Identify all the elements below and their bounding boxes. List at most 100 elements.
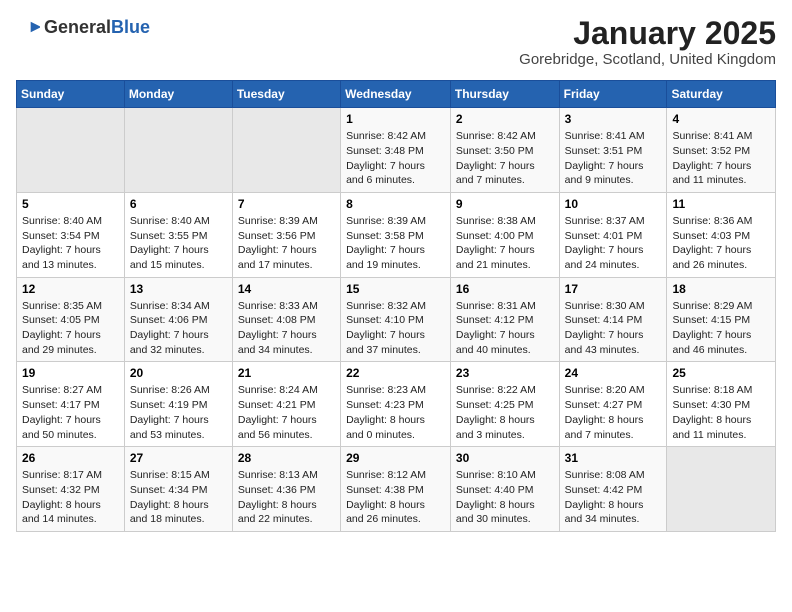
day-number: 10 — [565, 197, 662, 211]
day-info: Sunrise: 8:39 AMSunset: 3:56 PMDaylight:… — [238, 214, 335, 273]
title-area: January 2025 Gorebridge, Scotland, Unite… — [519, 16, 776, 68]
svg-text:►: ► — [27, 16, 40, 36]
day-info: Sunrise: 8:18 AMSunset: 4:30 PMDaylight:… — [672, 383, 770, 442]
calendar-week-row: 26Sunrise: 8:17 AMSunset: 4:32 PMDayligh… — [17, 447, 776, 532]
day-info: Sunrise: 8:34 AMSunset: 4:06 PMDaylight:… — [130, 299, 227, 358]
calendar-cell: 18 Sunrise: 8:29 AMSunset: 4:15 PMDayligh… — [667, 277, 776, 362]
day-number: 3 — [565, 112, 662, 126]
calendar-cell: 2 Sunrise: 8:42 AMSunset: 3:50 PMDaylight… — [450, 108, 559, 193]
page-header: ► GeneralBlue January 2025 Gorebridge, S… — [16, 16, 776, 68]
calendar-week-row: 12Sunrise: 8:35 AMSunset: 4:05 PMDayligh… — [17, 277, 776, 362]
day-number: 11 — [672, 197, 770, 211]
weekday-header-monday: Monday — [124, 81, 232, 108]
calendar-cell: 5 Sunrise: 8:40 AMSunset: 3:54 PMDaylight… — [17, 192, 125, 277]
day-info: Sunrise: 8:30 AMSunset: 4:14 PMDaylight:… — [565, 299, 662, 358]
day-number: 19 — [22, 366, 119, 380]
day-info: Sunrise: 8:17 AMSunset: 4:32 PMDaylight:… — [22, 468, 119, 527]
calendar-cell: 13 Sunrise: 8:34 AMSunset: 4:06 PMDayligh… — [124, 277, 232, 362]
day-info: Sunrise: 8:39 AMSunset: 3:58 PMDaylight:… — [346, 214, 445, 273]
calendar-cell: 26Sunrise: 8:17 AMSunset: 4:32 PMDayligh… — [17, 447, 125, 532]
calendar-cell: 15 Sunrise: 8:32 AMSunset: 4:10 PMDayligh… — [341, 277, 451, 362]
weekday-header-row: SundayMondayTuesdayWednesdayThursdayFrid… — [17, 81, 776, 108]
day-info: Sunrise: 8:42 AMSunset: 3:48 PMDaylight:… — [346, 129, 445, 188]
weekday-header-tuesday: Tuesday — [232, 81, 340, 108]
month-title: January 2025 — [519, 16, 776, 51]
calendar-cell — [232, 108, 340, 193]
calendar-cell: 7 Sunrise: 8:39 AMSunset: 3:56 PMDaylight… — [232, 192, 340, 277]
calendar-cell — [17, 108, 125, 193]
calendar-cell: 20 Sunrise: 8:26 AMSunset: 4:19 PMDayligh… — [124, 362, 232, 447]
calendar-cell: 31Sunrise: 8:08 AMSunset: 4:42 PMDayligh… — [559, 447, 667, 532]
day-info: Sunrise: 8:41 AMSunset: 3:51 PMDaylight:… — [565, 129, 662, 188]
weekday-header-saturday: Saturday — [667, 81, 776, 108]
day-number: 30 — [456, 451, 554, 465]
day-info: Sunrise: 8:38 AMSunset: 4:00 PMDaylight:… — [456, 214, 554, 273]
calendar-cell — [124, 108, 232, 193]
day-info: Sunrise: 8:20 AMSunset: 4:27 PMDaylight:… — [565, 383, 662, 442]
calendar-cell: 29Sunrise: 8:12 AMSunset: 4:38 PMDayligh… — [341, 447, 451, 532]
calendar-cell: 3 Sunrise: 8:41 AMSunset: 3:51 PMDaylight… — [559, 108, 667, 193]
day-number: 7 — [238, 197, 335, 211]
calendar-cell: 28 Sunrise: 8:13 AMSunset: 4:36 PMDayligh… — [232, 447, 340, 532]
day-number: 15 — [346, 282, 445, 296]
weekday-header-wednesday: Wednesday — [341, 81, 451, 108]
day-number: 1 — [346, 112, 445, 126]
location-title: Gorebridge, Scotland, United Kingdom — [519, 51, 776, 68]
day-number: 28 — [238, 451, 335, 465]
calendar-cell: 9 Sunrise: 8:38 AMSunset: 4:00 PMDaylight… — [450, 192, 559, 277]
day-number: 2 — [456, 112, 554, 126]
day-info: Sunrise: 8:10 AMSunset: 4:40 PMDaylight:… — [456, 468, 554, 527]
day-number: 4 — [672, 112, 770, 126]
calendar-cell: 17 Sunrise: 8:30 AMSunset: 4:14 PMDayligh… — [559, 277, 667, 362]
day-number: 5 — [22, 197, 119, 211]
day-info: Sunrise: 8:22 AMSunset: 4:25 PMDaylight:… — [456, 383, 554, 442]
calendar-table: SundayMondayTuesdayWednesdayThursdayFrid… — [16, 80, 776, 532]
day-info: Sunrise: 8:13 AMSunset: 4:36 PMDaylight:… — [238, 468, 335, 527]
day-number: 9 — [456, 197, 554, 211]
calendar-week-row: 1 Sunrise: 8:42 AMSunset: 3:48 PMDaylight… — [17, 108, 776, 193]
logo: ► GeneralBlue — [16, 16, 150, 40]
day-info: Sunrise: 8:36 AMSunset: 4:03 PMDaylight:… — [672, 214, 770, 273]
day-number: 25 — [672, 366, 770, 380]
day-number: 17 — [565, 282, 662, 296]
calendar-cell: 4 Sunrise: 8:41 AMSunset: 3:52 PMDaylight… — [667, 108, 776, 193]
day-info: Sunrise: 8:37 AMSunset: 4:01 PMDaylight:… — [565, 214, 662, 273]
calendar-cell: 22Sunrise: 8:23 AMSunset: 4:23 PMDayligh… — [341, 362, 451, 447]
day-number: 23 — [456, 366, 554, 380]
day-info: Sunrise: 8:41 AMSunset: 3:52 PMDaylight:… — [672, 129, 770, 188]
day-number: 20 — [130, 366, 227, 380]
day-number: 8 — [346, 197, 445, 211]
calendar-cell: 8 Sunrise: 8:39 AMSunset: 3:58 PMDaylight… — [341, 192, 451, 277]
day-info: Sunrise: 8:42 AMSunset: 3:50 PMDaylight:… — [456, 129, 554, 188]
day-info: Sunrise: 8:32 AMSunset: 4:10 PMDaylight:… — [346, 299, 445, 358]
day-info: Sunrise: 8:24 AMSunset: 4:21 PMDaylight:… — [238, 383, 335, 442]
calendar-cell: 14Sunrise: 8:33 AMSunset: 4:08 PMDayligh… — [232, 277, 340, 362]
day-number: 24 — [565, 366, 662, 380]
calendar-cell: 12Sunrise: 8:35 AMSunset: 4:05 PMDayligh… — [17, 277, 125, 362]
day-info: Sunrise: 8:33 AMSunset: 4:08 PMDaylight:… — [238, 299, 335, 358]
calendar-cell: 16 Sunrise: 8:31 AMSunset: 4:12 PMDayligh… — [450, 277, 559, 362]
day-number: 21 — [238, 366, 335, 380]
weekday-header-friday: Friday — [559, 81, 667, 108]
day-number: 16 — [456, 282, 554, 296]
weekday-header-thursday: Thursday — [450, 81, 559, 108]
day-info: Sunrise: 8:27 AMSunset: 4:17 PMDaylight:… — [22, 383, 119, 442]
calendar-week-row: 5 Sunrise: 8:40 AMSunset: 3:54 PMDaylight… — [17, 192, 776, 277]
day-info: Sunrise: 8:29 AMSunset: 4:15 PMDaylight:… — [672, 299, 770, 358]
calendar-cell: 11 Sunrise: 8:36 AMSunset: 4:03 PMDayligh… — [667, 192, 776, 277]
calendar-cell: 6Sunrise: 8:40 AMSunset: 3:55 PMDaylight… — [124, 192, 232, 277]
calendar-cell: 19 Sunrise: 8:27 AMSunset: 4:17 PMDayligh… — [17, 362, 125, 447]
calendar-cell: 1 Sunrise: 8:42 AMSunset: 3:48 PMDaylight… — [341, 108, 451, 193]
logo-icon: ► — [16, 16, 40, 40]
day-info: Sunrise: 8:23 AMSunset: 4:23 PMDaylight:… — [346, 383, 445, 442]
calendar-cell: 27Sunrise: 8:15 AMSunset: 4:34 PMDayligh… — [124, 447, 232, 532]
day-info: Sunrise: 8:26 AMSunset: 4:19 PMDaylight:… — [130, 383, 227, 442]
calendar-cell — [667, 447, 776, 532]
calendar-cell: 24 Sunrise: 8:20 AMSunset: 4:27 PMDayligh… — [559, 362, 667, 447]
day-number: 31 — [565, 451, 662, 465]
day-info: Sunrise: 8:40 AMSunset: 3:54 PMDaylight:… — [22, 214, 119, 273]
day-number: 18 — [672, 282, 770, 296]
day-number: 12 — [22, 282, 119, 296]
day-info: Sunrise: 8:31 AMSunset: 4:12 PMDaylight:… — [456, 299, 554, 358]
day-number: 13 — [130, 282, 227, 296]
